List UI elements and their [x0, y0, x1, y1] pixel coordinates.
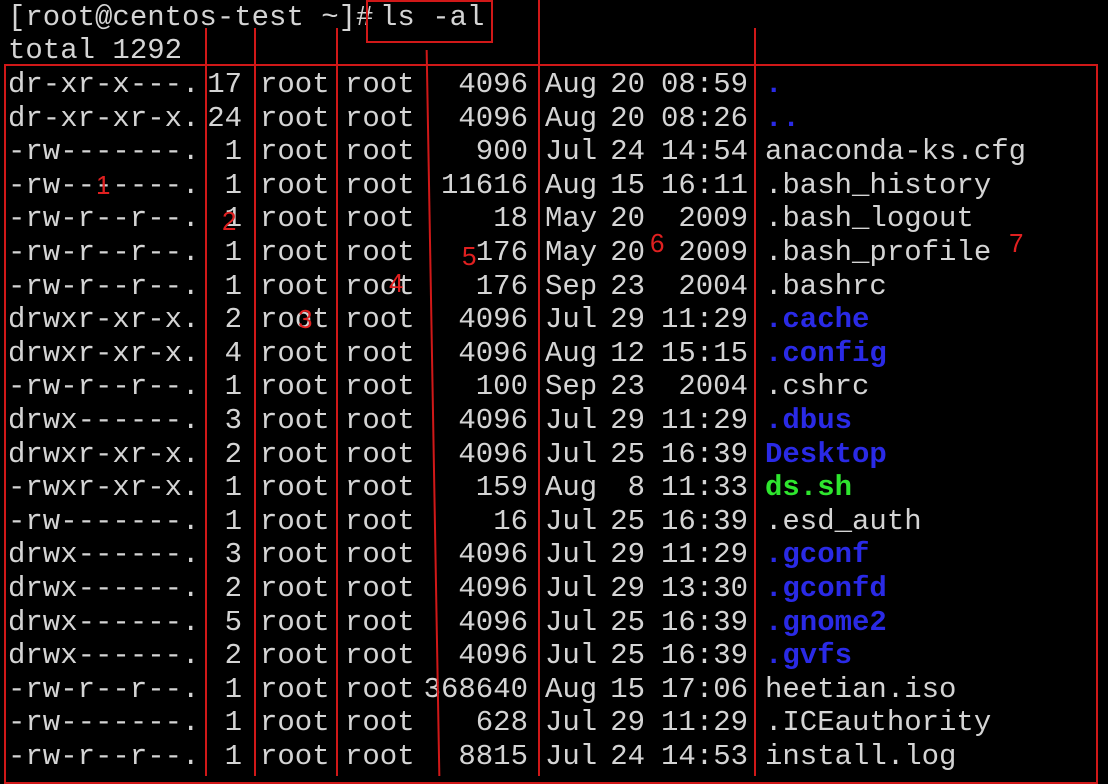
listing-highlight-box [4, 64, 1098, 784]
total-line: total 1292 [8, 34, 182, 68]
column-divider [754, 28, 756, 776]
column-divider [205, 28, 207, 776]
annotation-5: 5 [462, 243, 476, 269]
annotation-4: 4 [389, 270, 403, 296]
shell-prompt: [root@centos-test ~]# [8, 1, 373, 35]
annotation-3: 3 [298, 306, 312, 332]
column-divider [254, 28, 256, 776]
command-highlight-box [366, 0, 493, 43]
annotation-1: 1 [96, 172, 110, 198]
annotation-6: 6 [650, 230, 664, 256]
annotation-2: 2 [222, 208, 236, 234]
column-divider [538, 0, 540, 776]
annotation-7: 7 [1009, 230, 1023, 256]
column-divider [336, 28, 338, 776]
